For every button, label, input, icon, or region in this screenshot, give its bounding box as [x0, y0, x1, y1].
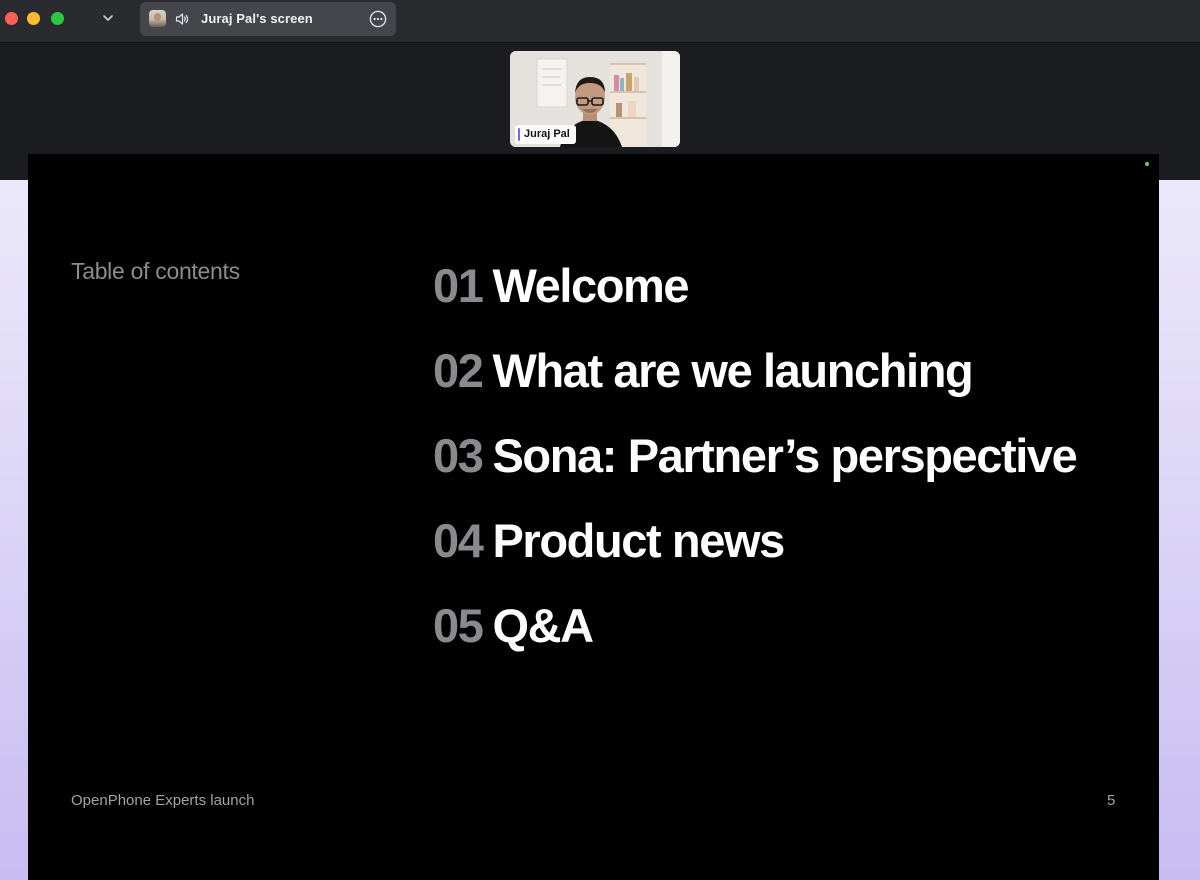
participant-video[interactable]: Juraj Pal [510, 51, 680, 147]
camera-indicator-dot [1145, 162, 1149, 166]
slide-page-number: 5 [1107, 792, 1116, 809]
toc-item: 05 Q&A [433, 596, 1076, 681]
toc-item-title: Product news [492, 514, 785, 567]
toc-item-title: Q&A [492, 599, 594, 652]
toc-item-number: 04 [433, 514, 484, 567]
title-bar: Juraj Pal's screen [0, 0, 1200, 43]
toc-item-number: 01 [433, 259, 484, 312]
toc-item: 01 Welcome [433, 256, 1076, 341]
toc-item-number: 05 [433, 599, 484, 652]
toc-item-title: Welcome [492, 259, 689, 312]
toc-item-number: 03 [433, 429, 484, 482]
avatar [149, 10, 166, 27]
minimize-icon[interactable] [27, 12, 40, 25]
speaker-icon[interactable] [174, 11, 190, 27]
toc-item: 03 Sona: Partner’s perspective [433, 426, 1078, 511]
maximize-icon[interactable] [51, 12, 64, 25]
screen-share-tab[interactable]: Juraj Pal's screen [140, 2, 396, 36]
toc-item-title: What are we launching [492, 344, 973, 397]
more-options-icon[interactable] [369, 10, 387, 28]
toc-item: 04 Product news [433, 511, 1076, 596]
screen-share-window: Juraj Pal's screen Juraj Pal Table of co… [0, 0, 1200, 880]
toc-item-number: 02 [433, 344, 484, 397]
toc-list: 01 Welcome 02 What are we launching 03 Sona… [433, 256, 1078, 681]
close-icon[interactable] [5, 12, 18, 25]
toc-item: 02 What are we launching [433, 341, 1076, 426]
tab-title: Juraj Pal's screen [201, 11, 313, 26]
slide-heading: Table of contents [71, 258, 240, 284]
chevron-down-icon[interactable] [99, 9, 117, 27]
participant-name-tag: Juraj Pal [515, 125, 576, 144]
slide-footer: OpenPhone Experts launch [71, 792, 255, 809]
shared-slide: Table of contents 01 Welcome 02 What are w… [28, 154, 1159, 880]
toc-item-title: Sona: Partner’s perspective [492, 429, 1077, 482]
